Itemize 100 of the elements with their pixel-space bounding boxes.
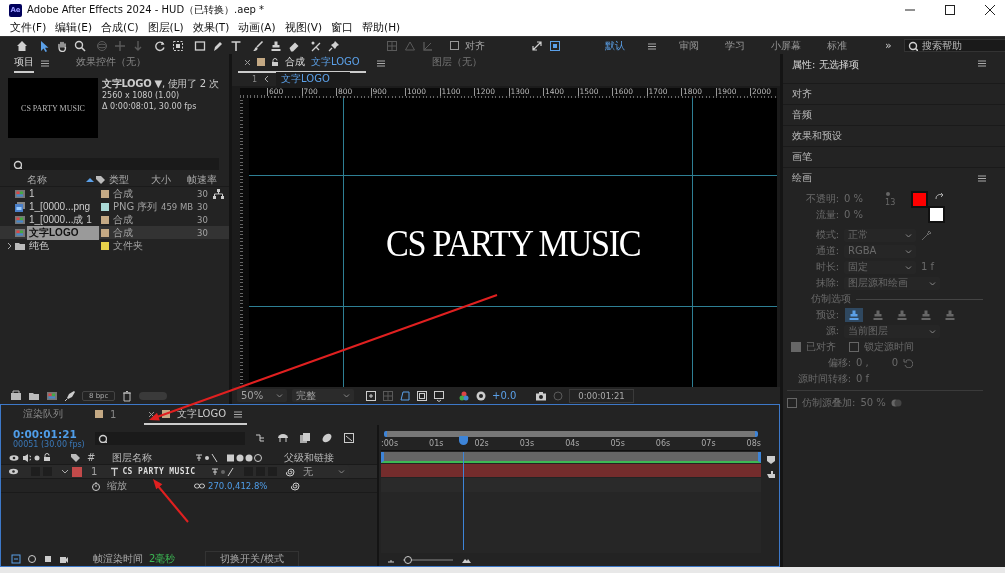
- column-header[interactable]: 图层名称: [112, 450, 193, 465]
- expand-icon[interactable]: [531, 39, 543, 52]
- layer-panel-icon[interactable]: [11, 554, 21, 564]
- property-value[interactable]: 270.0,412.8%: [208, 480, 288, 491]
- zoom-dropdown[interactable]: 50%: [237, 389, 287, 402]
- rectangle-icon[interactable]: [194, 39, 206, 52]
- label-swatch[interactable]: [101, 202, 109, 211]
- panel-section-header[interactable]: 对齐: [783, 84, 1005, 105]
- panel-tab[interactable]: 项目: [14, 54, 34, 73]
- zoom-slider-thumb[interactable]: [404, 555, 412, 564]
- workspace-tab[interactable]: 审阅: [675, 38, 703, 53]
- menu-icon[interactable]: [977, 58, 987, 68]
- more-workspaces-button[interactable]: »: [885, 39, 892, 52]
- project-item-row[interactable]: 1 合成 30: [0, 187, 229, 200]
- brush-icon[interactable]: [252, 39, 264, 52]
- camera-icon[interactable]: [535, 389, 548, 402]
- color-channels-icon[interactable]: [458, 389, 470, 402]
- workspace-tab[interactable]: 标准: [823, 38, 851, 53]
- column-header[interactable]: 父级和链接: [284, 450, 335, 465]
- comp-marker-icon[interactable]: [766, 455, 776, 465]
- pick-whip-icon[interactable]: [286, 466, 297, 477]
- layer-name[interactable]: CS PARTY MUSIC: [122, 467, 209, 476]
- eye-icon[interactable]: [9, 453, 19, 462]
- project-item-row[interactable]: 纯色 文件夹: [0, 239, 229, 252]
- menu-icon[interactable]: [233, 409, 244, 419]
- workspace-tab[interactable]: 学习: [721, 38, 749, 53]
- workspace-tab[interactable]: 小屏幕: [767, 38, 805, 53]
- trash-icon[interactable]: [121, 390, 134, 402]
- quality-dropdown[interactable]: 完整: [292, 389, 354, 402]
- menu-item[interactable]: 编辑(E): [55, 21, 93, 35]
- breadcrumb-item[interactable]: 文字LOGO: [276, 72, 350, 86]
- panel-tab[interactable]: 效果控件（无）: [76, 54, 146, 73]
- maximize-icon[interactable]: [945, 5, 955, 15]
- stopwatch-icon[interactable]: [91, 480, 101, 491]
- rotate-icon[interactable]: [154, 39, 166, 52]
- timeline-tab[interactable]: 1: [91, 406, 121, 424]
- transfer-icon[interactable]: [43, 554, 53, 564]
- search-field[interactable]: [95, 431, 245, 445]
- selection-tool-icon[interactable]: [38, 39, 50, 52]
- panel-section-header[interactable]: 音频: [783, 105, 1005, 126]
- folder-icon[interactable]: [28, 390, 40, 402]
- exposure-icon[interactable]: [475, 389, 487, 402]
- expand-toggle[interactable]: [61, 467, 69, 476]
- sort-arrow-icon[interactable]: [85, 177, 95, 183]
- label-swatch[interactable]: [101, 215, 109, 224]
- workspace-tab[interactable]: 默认: [601, 38, 629, 53]
- search-field[interactable]: 搜索帮助: [921, 39, 1005, 52]
- project-item-row[interactable]: 文字LOGO 合成 30: [0, 226, 229, 239]
- column-header[interactable]: 类型: [105, 173, 151, 187]
- project-item-row[interactable]: 1_[0000...成 1 合成 30: [0, 213, 229, 226]
- guides-icon[interactable]: [433, 389, 445, 402]
- hand-pointer-icon[interactable]: [766, 469, 776, 479]
- stamp-icon[interactable]: [270, 39, 282, 52]
- mask-path-icon[interactable]: [399, 389, 411, 402]
- column-header[interactable]: 名称: [27, 173, 85, 187]
- menu-item[interactable]: 帮助(H): [362, 21, 401, 35]
- menu-icon[interactable]: [40, 58, 50, 68]
- viewer-tab[interactable]: 图层（无）: [425, 54, 488, 73]
- menu-item[interactable]: 窗口: [331, 21, 354, 35]
- chevron-left-icon[interactable]: [263, 75, 271, 83]
- menu-icon[interactable]: [375, 58, 386, 68]
- exposure-value[interactable]: +0.0: [492, 390, 517, 401]
- motion-blur-icon[interactable]: [321, 432, 333, 444]
- menu-item[interactable]: 视图(V): [284, 21, 323, 35]
- text-tool-icon[interactable]: [230, 39, 242, 52]
- menu-item[interactable]: 动画(A): [238, 21, 276, 35]
- flowchart-icon[interactable]: [213, 188, 224, 199]
- home-icon[interactable]: [16, 39, 28, 52]
- render-icon[interactable]: [59, 554, 69, 564]
- layer-row[interactable]: 1 CS PARTY MUSIC 无: [1, 465, 377, 479]
- pin-icon[interactable]: [328, 39, 340, 52]
- draft-3d-icon[interactable]: [277, 432, 289, 444]
- switches-icon[interactable]: [27, 554, 37, 564]
- playhead-handle[interactable]: [458, 436, 468, 445]
- new-composition-icon[interactable]: [46, 390, 58, 402]
- menu-item[interactable]: 文件(F): [10, 21, 47, 35]
- magnifier-icon[interactable]: [74, 39, 86, 52]
- label-swatch[interactable]: [72, 466, 82, 477]
- lock-icon[interactable]: [271, 57, 279, 67]
- panel-section-header[interactable]: 画笔: [783, 147, 1005, 168]
- label-swatch[interactable]: [101, 189, 109, 198]
- current-time-display[interactable]: 0:00:01:21: [13, 427, 89, 440]
- pick-whip-icon[interactable]: [291, 480, 301, 491]
- current-time-display[interactable]: 0:00:01:21: [569, 388, 634, 403]
- column-header[interactable]: #: [87, 452, 96, 463]
- search-box[interactable]: 搜索帮助: [903, 39, 1005, 52]
- menu-icon[interactable]: [647, 40, 657, 51]
- hand-icon[interactable]: [56, 39, 68, 52]
- visibility-toggle[interactable]: [9, 467, 18, 476]
- panel-section-header[interactable]: 效果和预设: [783, 126, 1005, 147]
- rocket-icon[interactable]: [64, 390, 76, 402]
- column-header[interactable]: 帧速率: [187, 173, 217, 187]
- time-ruler[interactable]: :00s 01s 02s 03s 04s 05s 06s 07s 08s: [381, 437, 761, 451]
- timeline-tab[interactable]: 渲染队列: [19, 405, 67, 425]
- menu-item[interactable]: 效果(T): [192, 21, 230, 35]
- menu-item[interactable]: 图层(L): [147, 21, 184, 35]
- link-icon[interactable]: [194, 481, 205, 490]
- label-swatch[interactable]: [101, 241, 109, 250]
- composition-flowchart-icon[interactable]: [255, 432, 267, 444]
- project-item-row[interactable]: 1_[0000...png PNG 序列 459 MB 30: [0, 200, 229, 213]
